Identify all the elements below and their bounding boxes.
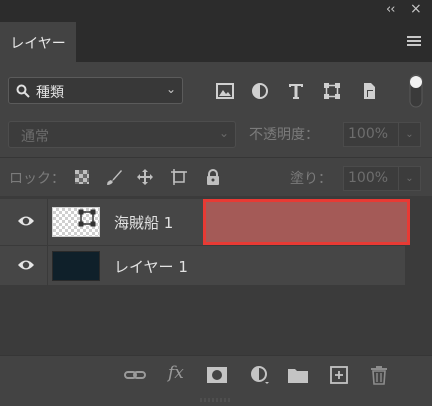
opacity-label: 不透明度：	[249, 127, 319, 143]
filter-toggle-switch[interactable]	[409, 74, 423, 108]
filter-kind-select[interactable]: 種類 ⌄	[8, 77, 183, 104]
visibility-eye-icon[interactable]	[17, 258, 35, 272]
visibility-eye-icon[interactable]	[17, 214, 35, 228]
opacity-input[interactable]: 100%	[343, 122, 399, 147]
lock-transparent-pixels-icon[interactable]	[74, 169, 90, 185]
link-layers-icon[interactable]	[124, 365, 146, 385]
shape-filter-icon[interactable]	[323, 82, 341, 100]
layer-name[interactable]: 海賊船 1	[114, 212, 173, 233]
search-icon	[16, 84, 30, 98]
opacity-dropdown-icon[interactable]: ⌄	[399, 122, 421, 147]
lock-artboard-icon[interactable]	[171, 169, 187, 185]
lock-all-icon[interactable]	[205, 169, 221, 185]
vector-mask-icon	[78, 209, 96, 227]
chevron-down-icon: ⌄	[218, 126, 229, 140]
row-separator	[47, 246, 48, 286]
layer-thumbnail	[52, 251, 100, 281]
lock-position-icon[interactable]	[137, 169, 153, 185]
fill-label: 塗り：	[290, 171, 332, 187]
panel-header-strip	[0, 0, 432, 22]
add-mask-icon[interactable]	[206, 365, 228, 385]
layer-name[interactable]: レイヤー 1	[114, 256, 188, 277]
blend-mode-label: 通常	[21, 129, 49, 145]
collapse-panel-icon[interactable]: ‹‹	[386, 2, 395, 17]
type-filter-icon[interactable]	[287, 82, 305, 100]
lock-label: ロック：	[9, 171, 65, 187]
tab-layers[interactable]: レイヤー	[0, 22, 76, 63]
layer-row[interactable]: レイヤー 1	[0, 245, 405, 286]
chevron-down-icon: ⌄	[165, 82, 176, 96]
new-group-icon[interactable]	[287, 365, 309, 385]
adjustment-layer-icon[interactable]	[249, 365, 271, 385]
smart-object-filter-icon[interactable]	[360, 82, 378, 100]
blend-mode-select[interactable]: 通常 ⌄	[8, 121, 236, 148]
resize-grip-icon[interactable]	[200, 398, 232, 402]
new-layer-icon[interactable]	[328, 365, 350, 385]
row-separator	[47, 199, 48, 245]
lock-image-pixels-icon[interactable]	[106, 169, 122, 185]
highlight-box	[203, 199, 410, 245]
filter-kind-label: 種類	[36, 85, 64, 101]
panel-menu-icon[interactable]	[407, 36, 421, 47]
fill-input[interactable]: 100%	[343, 166, 399, 191]
image-filter-icon[interactable]	[216, 82, 234, 100]
adjustment-filter-icon[interactable]	[251, 82, 269, 100]
close-panel-icon[interactable]: ×	[410, 1, 422, 17]
fill-dropdown-icon[interactable]: ⌄	[399, 166, 421, 191]
fx-icon[interactable]: fx	[168, 363, 190, 383]
delete-layer-icon[interactable]	[368, 365, 390, 385]
panel-divider	[0, 157, 432, 158]
